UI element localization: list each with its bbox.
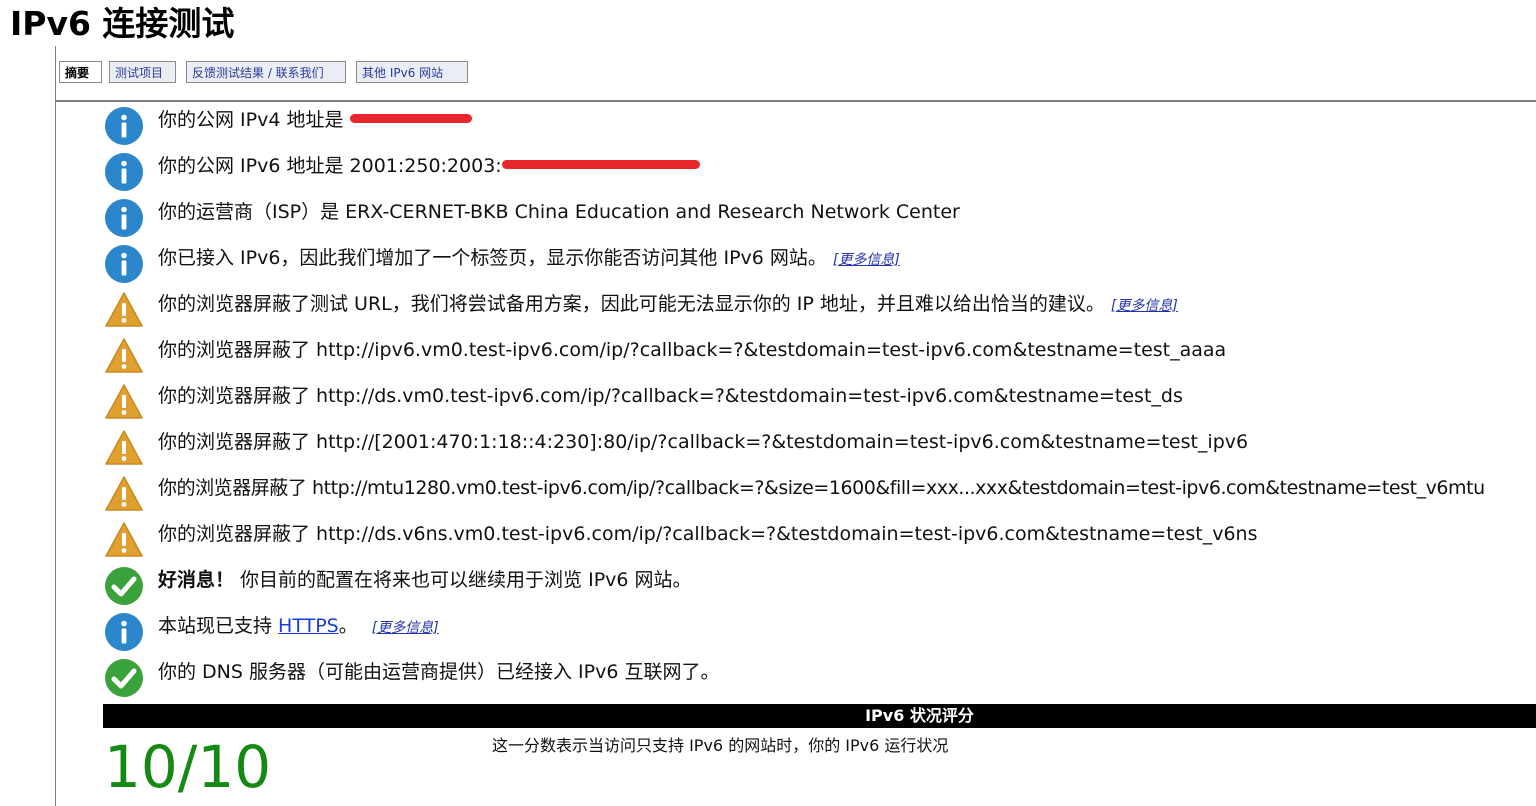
warning-icon [105,522,143,557]
message-text: 你的公网 IPv6 地址是 2001:250:2003: [158,155,502,177]
message-text: 你的 DNS 服务器（可能由运营商提供）已经接入 IPv6 互联网了。 [158,661,720,683]
tab-summary[interactable]: 摘要 [59,61,102,83]
page-title: IPv6 连接测试 [10,4,235,43]
message-text: 你的浏览器屏蔽了 http://mtu1280.vm0.test-ipv6.co… [158,477,1485,499]
message-text-suffix: 。 [338,615,358,637]
more-info-link[interactable]: [更多信息] [1111,298,1178,314]
https-link[interactable]: HTTPS [278,615,339,637]
message-text: 你的浏览器屏蔽了测试 URL，我们将尝试备用方案，因此可能无法显示你的 IP 地… [158,293,1105,315]
good-news-label: 好消息！ [158,569,235,591]
list-item-blocked-url: 你的浏览器屏蔽了 http://mtu1280.vm0.test-ipv6.co… [104,470,1536,516]
message-text: 你的公网 IPv4 地址是 [158,109,350,131]
list-item-good-news: 好消息！ 你目前的配置在将来也可以继续用于浏览 IPv6 网站。 [104,562,1536,608]
tab-other-ipv6-sites[interactable]: 其他 IPv6 网站 [356,61,468,83]
list-item-ipv4-address: 你的公网 IPv4 地址是 [104,102,1536,148]
message-text: 本站现已支持 [158,615,279,637]
message-text: 你目前的配置在将来也可以继续用于浏览 IPv6 网站。 [234,569,692,591]
tab-test-items[interactable]: 测试项目 [109,61,176,83]
list-item-ipv6-address: 你的公网 IPv6 地址是 2001:250:2003: [104,148,1536,194]
list-item-blocked-url: 你的浏览器屏蔽了 http://[2001:470:1:18::4:230]:8… [104,424,1536,470]
message-text: 你的浏览器屏蔽了 http://ipv6.vm0.test-ipv6.com/i… [158,339,1227,361]
list-item-blocked-url: 你的浏览器屏蔽了 http://ipv6.vm0.test-ipv6.com/i… [104,332,1536,378]
check-icon [105,659,143,697]
list-item-https: 本站现已支持 HTTPS。 [更多信息] [104,608,1536,654]
message-text: 你的运营商（ISP）是 ERX-CERNET-BKB China Educati… [158,201,960,223]
more-info-link[interactable]: [更多信息] [833,252,900,268]
list-item-blocked-url: 你的浏览器屏蔽了 http://ds.vm0.test-ipv6.com/ip/… [104,378,1536,424]
list-item-blocked-url: 你的浏览器屏蔽了 http://ds.v6ns.vm0.test-ipv6.co… [104,516,1536,562]
info-icon [105,199,143,237]
score-description: 这一分数表示当访问只支持 IPv6 的网站时，你的 IPv6 运行状况 [492,736,949,755]
message-text: 你的浏览器屏蔽了 http://ds.vm0.test-ipv6.com/ip/… [158,385,1183,407]
info-icon [105,153,143,191]
warning-icon [105,476,143,511]
more-info-link[interactable]: [更多信息] [372,620,439,636]
warning-icon [105,338,143,373]
warning-icon [105,384,143,419]
redacted-ipv6 [501,160,700,169]
redacted-ipv4 [349,114,472,123]
warning-icon [105,292,143,327]
list-item-isp: 你的运营商（ISP）是 ERX-CERNET-BKB China Educati… [104,194,1536,240]
message-text: 你的浏览器屏蔽了 http://[2001:470:1:18::4:230]:8… [158,431,1249,453]
message-text: 你的浏览器屏蔽了 http://ds.v6ns.vm0.test-ipv6.co… [158,523,1258,545]
list-item-dns: 你的 DNS 服务器（可能由运营商提供）已经接入 IPv6 互联网了。 [104,654,1536,700]
score-header: IPv6 状况评分 [103,704,1536,728]
info-icon [105,613,143,651]
check-icon [105,567,143,605]
tab-feedback-contact[interactable]: 反馈测试结果 / 联系我们 [186,61,346,83]
message-text: 你已接入 IPv6，因此我们增加了一个标签页，显示你能否访问其他 IPv6 网站… [158,247,827,269]
info-icon [105,245,143,283]
warning-icon [105,430,143,465]
list-item-blocked-warning: 你的浏览器屏蔽了测试 URL，我们将尝试备用方案，因此可能无法显示你的 IP 地… [104,286,1536,332]
list-item-ipv6-tab-notice: 你已接入 IPv6，因此我们增加了一个标签页，显示你能否访问其他 IPv6 网站… [104,240,1536,286]
info-icon [105,107,143,145]
score-value: 10/10 [104,733,272,801]
